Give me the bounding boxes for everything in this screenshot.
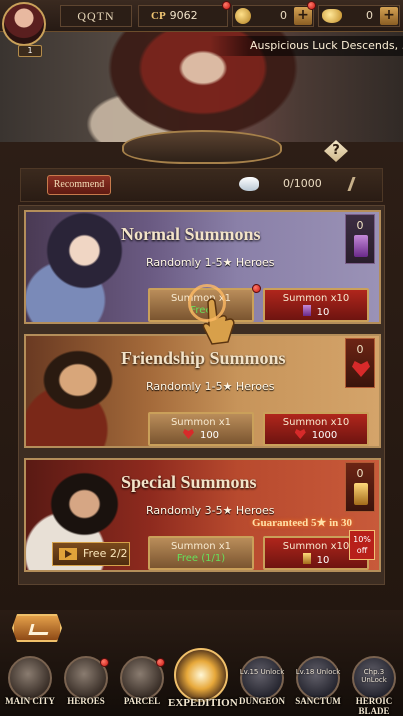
free-video-button[interactable]: Free 2/2	[52, 542, 130, 566]
coin-icon	[235, 8, 251, 24]
nav-label: EXPEDITION	[168, 697, 238, 709]
parcel-notification-dot	[156, 658, 165, 667]
cost-row: 10	[265, 305, 367, 318]
normal-x1-notification-dot	[252, 284, 261, 293]
lock-text: Lv.18 Unlock	[295, 668, 341, 676]
purple-scroll-icon	[354, 235, 368, 257]
cp-notification-dot	[222, 1, 231, 10]
heart-icon	[294, 429, 306, 439]
guaranteed-label: Guaranteed 5★ in 30	[252, 517, 353, 529]
friendship-summon-x10-button[interactable]: Summon x10 1000	[263, 412, 369, 446]
button-label: Summon x10	[282, 293, 350, 304]
nav-label: HEROIC BLADE	[355, 696, 393, 716]
cp-value: 9062	[169, 9, 198, 22]
heart-count-value: 0	[356, 343, 364, 356]
castle-icon	[8, 656, 52, 700]
gold-scroll-icon	[354, 483, 368, 505]
ticket-count-value: 0	[356, 219, 364, 232]
announcement-ticker: Auspicious Luck Descends, ...	[210, 36, 403, 56]
player-name[interactable]: QQTN	[60, 5, 132, 27]
card-special-summons: Special Summons Randomly 3-5★ Heroes 0 G…	[24, 458, 381, 572]
card-description: Randomly 1-5★ Heroes	[146, 256, 275, 269]
nav-label: SANCTUM	[295, 696, 341, 706]
coins-notification-dot	[307, 1, 316, 10]
cp-label: CP	[151, 10, 166, 22]
purple-scroll-icon	[302, 305, 311, 316]
back-button[interactable]	[12, 614, 62, 642]
recommend-button[interactable]: Recommend	[47, 175, 111, 195]
gold-value: 0	[366, 9, 373, 22]
panel-crest	[122, 130, 282, 164]
heart-icon	[352, 361, 370, 377]
button-label: Summon x1	[170, 541, 232, 552]
resource-gold: 0 +	[318, 5, 400, 27]
pointer-ring	[188, 284, 226, 322]
summon-banner: Auspicious Luck Descends, ...	[0, 32, 403, 142]
lock-text: Chp.3 UnLock	[361, 668, 387, 684]
player-avatar[interactable]	[2, 2, 46, 46]
gold-scroll-icon	[302, 553, 311, 564]
button-label: Summon x10	[282, 417, 350, 428]
nav-main-city[interactable]: MAIN CITY	[2, 654, 58, 714]
heart-icon	[182, 429, 194, 439]
free-label: Free (1/1)	[176, 553, 226, 564]
summon-cards: Normal Summons Randomly 1-5★ Heroes 0 Su…	[18, 205, 385, 585]
video-icon	[59, 548, 77, 560]
cost-row: 1000	[265, 429, 367, 441]
combat-power: CP 9062	[138, 5, 228, 27]
nav-label: DUNGEON	[238, 696, 285, 706]
gold-ingot-icon	[322, 9, 342, 23]
special-summon-x1-button[interactable]: Summon x1 Free (1/1)	[148, 536, 254, 570]
tutorial-pointer	[188, 284, 236, 350]
heart-count: 0	[345, 338, 375, 388]
summon-sub-bar: Recommend 0/1000	[20, 168, 383, 202]
nav-heroic-blade[interactable]: Chp.3 UnLock HEROIC BLADE	[346, 654, 402, 716]
card-friendship-summons: Friendship Summons Randomly 1-5★ Heroes …	[24, 334, 381, 448]
nav-sanctum[interactable]: Lv.18 Unlock SANCTUM	[290, 654, 346, 714]
card-title: Special Summons	[121, 472, 257, 492]
scroll-icon	[239, 177, 259, 191]
card-description: Randomly 1-5★ Heroes	[146, 380, 275, 393]
quill-icon[interactable]	[338, 177, 356, 191]
cost-value: 100	[199, 430, 220, 441]
special-ticket-count-value: 0	[356, 467, 364, 480]
dungeon-icon	[240, 656, 284, 700]
sanctum-icon	[296, 656, 340, 700]
free-video-label: Free 2/2	[83, 547, 128, 560]
nav-label: PARCEL	[123, 696, 161, 706]
nav-label: HEROES	[67, 696, 105, 706]
heroes-notification-dot	[100, 658, 109, 667]
card-title: Friendship Summons	[121, 348, 286, 368]
nav-dungeon[interactable]: Lv.15 Unlock DUNGEON	[234, 654, 290, 714]
coins-value: 0	[280, 9, 287, 22]
add-gold-button[interactable]: +	[380, 7, 398, 25]
top-bar: QQTN CP 9062 0 + 0 +	[0, 0, 403, 32]
nav-label: MAIN CITY	[5, 696, 55, 706]
lock-text: Lv.15 Unlock	[239, 668, 285, 676]
player-level-badge: 1	[18, 45, 42, 57]
bottom-nav: MAIN CITY HEROES PARCEL EXPEDITION Lv.15…	[0, 648, 403, 716]
button-label: Summon x1	[170, 417, 232, 428]
scroll-count: 0/1000	[283, 177, 322, 190]
ticket-count: 0	[345, 214, 375, 264]
resource-coins: 0 +	[232, 5, 314, 27]
swords-icon	[174, 648, 228, 702]
normal-summon-x10-button[interactable]: Summon x10 10	[263, 288, 369, 322]
cost-value: 10	[316, 555, 330, 566]
cost-row: 100	[150, 429, 252, 441]
nav-expedition[interactable]: EXPEDITION	[168, 648, 238, 714]
cost-value: 1000	[311, 430, 338, 441]
cost-value: 10	[316, 307, 330, 318]
friendship-summon-x1-button[interactable]: Summon x1 100	[148, 412, 254, 446]
card-title: Normal Summons	[121, 224, 261, 244]
discount-badge: 10% off	[349, 530, 375, 560]
special-ticket-count: 0	[345, 462, 375, 512]
